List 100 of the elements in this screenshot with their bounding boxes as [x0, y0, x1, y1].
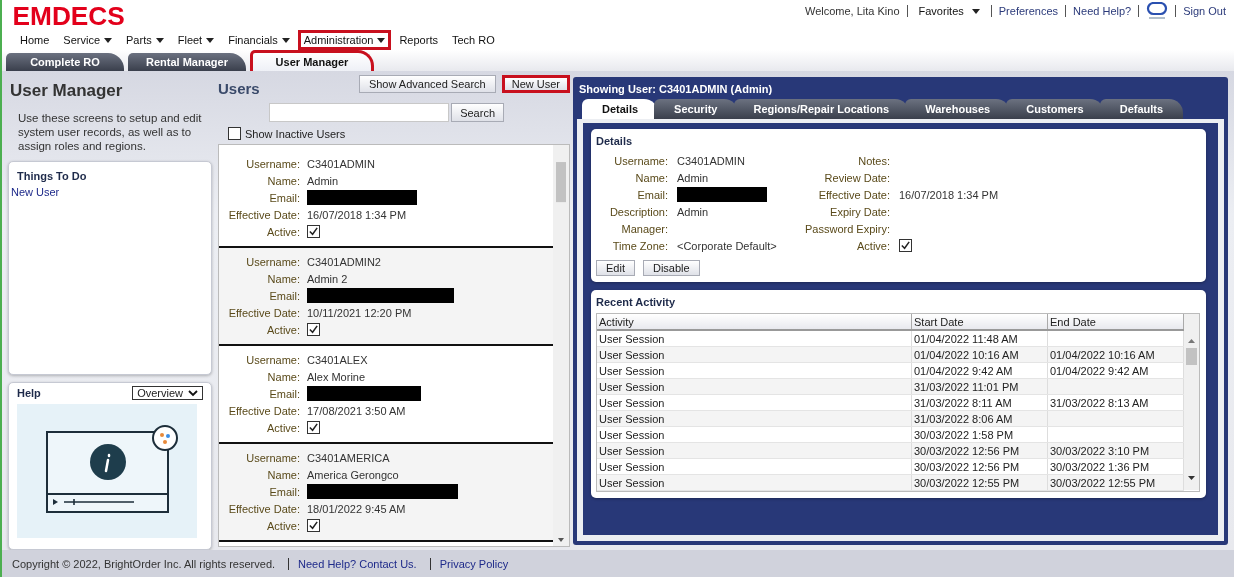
header-link[interactable]: Preferences — [998, 5, 1059, 17]
table-cell: 01/04/2022 11:48 AM — [911, 330, 1048, 347]
todo-link[interactable]: New User — [11, 186, 209, 198]
field-label: Name: — [266, 174, 300, 187]
user-card[interactable]: Username: C3401AMERICA Name: America Gerongco Email: Effective Date: 18/01/2022 9:45 AM Active: — [219, 444, 553, 542]
field-label: Manager: — [620, 222, 668, 235]
field-value: 16/07/2018 1:34 PM — [307, 208, 407, 221]
users-title: Users — [218, 80, 260, 97]
field-label: Active: — [266, 323, 300, 336]
column-header[interactable]: Activity — [597, 314, 912, 330]
favorites-menu[interactable]: Favorites — [918, 5, 980, 17]
field-label: Notes: — [857, 154, 890, 167]
field-label: Email: — [636, 188, 668, 201]
nav-menu-item[interactable]: Home — [14, 30, 56, 50]
column-header[interactable]: Start Date — [911, 314, 1048, 330]
panel-title: Help — [17, 387, 41, 399]
field-value: C3401AMERICA — [307, 451, 390, 464]
field-label: Email: — [268, 191, 300, 204]
action-button[interactable]: Edit — [596, 260, 635, 276]
panel-title: Details — [596, 135, 634, 147]
table-cell: 01/04/2022 9:42 AM — [1050, 364, 1149, 377]
table-cell: 30/03/2022 1:36 PM — [1050, 460, 1150, 473]
field-value: 17/08/2021 3:50 AM — [307, 404, 406, 417]
caret-icon — [971, 8, 980, 14]
field-label: Name: — [266, 272, 300, 285]
field-value: America Gerongco — [307, 468, 399, 481]
field-label: Username: — [245, 157, 300, 170]
field-label: Username: — [245, 255, 300, 268]
scroll-bar[interactable] — [1184, 314, 1199, 490]
field-label: Username: — [245, 353, 300, 366]
search-button[interactable]: Search — [451, 103, 504, 122]
field-label: Name: — [634, 171, 668, 184]
toolbar-button[interactable]: Show Advanced Search — [358, 75, 496, 93]
column-header[interactable]: End Date — [1047, 314, 1184, 330]
field-value: Alex Morine — [307, 370, 366, 383]
header-link[interactable]: Need Help? — [1073, 5, 1132, 17]
field-label: Email: — [268, 485, 300, 498]
app-tab[interactable]: Rental Manager — [128, 53, 246, 71]
field-label: Effective Date: — [817, 188, 890, 201]
table-cell: User Session — [597, 362, 912, 379]
field-label: Username: — [613, 154, 668, 167]
field-value: Admin 2 — [307, 272, 348, 285]
nav-menu-item[interactable]: Service — [57, 30, 119, 50]
detail-tab[interactable]: Defaults — [1099, 99, 1184, 119]
field-label: Name: — [266, 468, 300, 481]
panel-title: Things To Do — [17, 170, 88, 182]
field-value: 16/07/2018 1:34 PM — [899, 188, 999, 201]
table-cell: User Session — [597, 426, 912, 443]
table-cell: User Session — [597, 330, 912, 347]
action-button[interactable]: Disable — [642, 260, 700, 276]
nav-menu-item[interactable]: Parts — [120, 30, 170, 50]
field-label: Expiry Date: — [829, 205, 890, 218]
table-cell: 30/03/2022 1:58 PM — [911, 426, 1048, 443]
search-field[interactable] — [269, 103, 450, 122]
help-dropdown[interactable]: Overview — [132, 386, 203, 400]
field-label: Name: — [266, 370, 300, 383]
welcome-text: Welcome, Lita Kino — [804, 5, 900, 17]
app-tab[interactable]: User Manager — [250, 50, 374, 71]
footer-link[interactable]: Privacy Policy — [439, 557, 509, 570]
caret-icon — [155, 37, 164, 43]
nav-menu-item[interactable]: Administration — [297, 30, 392, 50]
panel-title: Showing User: C3401ADMIN (Admin) — [578, 82, 774, 97]
logo: EMDECS — [11, 1, 125, 30]
field-label: Active: — [856, 239, 890, 252]
caret-icon — [377, 37, 386, 43]
toolbar-button[interactable]: New User — [501, 75, 570, 93]
field-label: Review Date: — [823, 171, 890, 184]
chat-icon[interactable] — [1146, 2, 1169, 20]
field-value: C3401ADMIN — [307, 157, 375, 170]
header-link[interactable]: Sign Out — [1183, 5, 1226, 17]
copyright-text: Copyright © 2022, BrightOrder Inc. All rights reserved. — [12, 557, 276, 570]
table-cell: User Session — [597, 394, 912, 411]
nav-menu-item[interactable]: Financials — [222, 30, 296, 50]
field-value: 18/01/2022 9:45 AM — [307, 502, 406, 515]
field-value: C3401ADMIN2 — [307, 255, 381, 268]
app-tab[interactable]: Complete RO — [6, 53, 124, 71]
user-card[interactable]: Username: C3401ADMIN2 Name: Admin 2 Email: Effective Date: 10/11/2021 12:20 PM Active: — [219, 248, 553, 346]
field-label: Description: — [608, 205, 668, 218]
field-value: C3401ADMIN — [677, 154, 745, 167]
field-label: Effective Date: — [227, 306, 300, 319]
nav-menu-item[interactable]: Tech RO — [445, 30, 501, 50]
field-value: Admin — [677, 171, 709, 184]
field-label: Effective Date: — [227, 208, 300, 221]
table-cell: 30/03/2022 12:55 PM — [1050, 476, 1156, 489]
field-value: 10/11/2021 12:20 PM — [307, 306, 412, 319]
scroll-bar[interactable] — [553, 145, 569, 546]
table-cell: 01/04/2022 9:42 AM — [911, 362, 1048, 379]
field-label: Email: — [268, 387, 300, 400]
nav-menu-item[interactable]: Fleet — [171, 30, 221, 50]
field-label: Email: — [268, 289, 300, 302]
field-label: Active: — [266, 519, 300, 532]
table-cell: 31/03/2022 8:13 AM — [1050, 396, 1149, 409]
nav-menu-item[interactable]: Reports — [393, 30, 444, 50]
caret-icon — [206, 37, 215, 43]
field-label: Time Zone: — [611, 239, 668, 252]
table-cell: 30/03/2022 3:10 PM — [1050, 444, 1150, 457]
page-title: User Manager — [10, 81, 124, 101]
footer-link[interactable]: Need Help? Contact Us. — [298, 557, 417, 570]
field-label: Active: — [266, 225, 300, 238]
caret-icon — [104, 37, 113, 43]
